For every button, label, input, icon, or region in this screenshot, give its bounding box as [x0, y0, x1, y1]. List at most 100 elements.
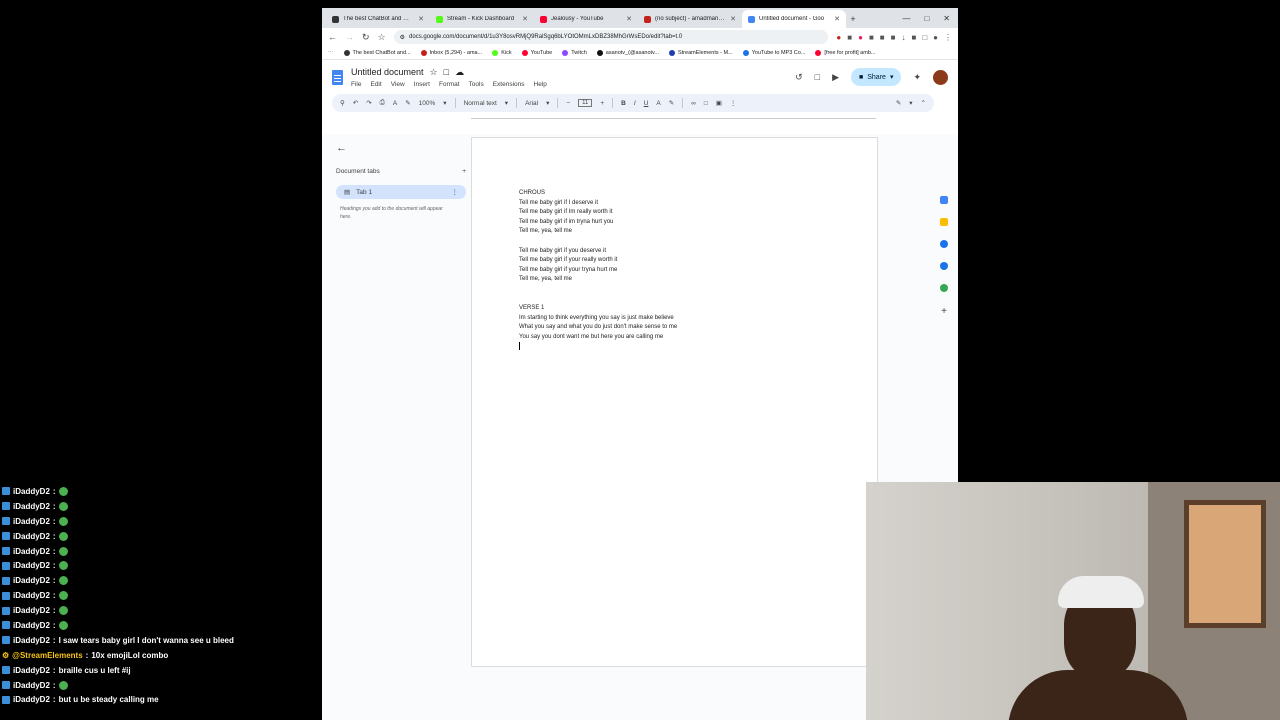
docs-logo-icon[interactable] — [332, 69, 343, 85]
text-color-icon[interactable]: A — [656, 100, 660, 107]
extensions-puzzle-icon[interactable]: ■ — [911, 33, 916, 42]
divider — [612, 98, 614, 108]
contacts-icon[interactable] — [940, 262, 948, 270]
reload-icon[interactable]: ↻ — [362, 32, 370, 43]
bookmark-item[interactable]: [free for profit] amb... — [815, 49, 875, 56]
cloud-status-icon[interactable]: ☁ — [455, 67, 464, 78]
bookmark-item[interactable]: Kick — [492, 49, 512, 56]
undo-icon[interactable]: ↶ — [353, 99, 358, 107]
highlight-icon[interactable]: ✎ — [669, 99, 674, 107]
sidebar-icon[interactable]: □ — [922, 33, 927, 42]
url-input[interactable]: ⚙ docs.google.com/document/d/1u3Y8osvRMj… — [393, 30, 829, 44]
menu-file[interactable]: File — [351, 81, 361, 88]
sheets-icon[interactable] — [940, 196, 948, 204]
editing-mode-icon[interactable]: ✎ — [896, 99, 901, 107]
minimize-icon[interactable]: — — [902, 10, 910, 28]
bookmark-item[interactable]: YouTube to MP3 Co... — [742, 49, 805, 56]
image-icon[interactable]: ▣ — [716, 99, 722, 107]
back-icon[interactable]: ← — [328, 32, 337, 42]
menu-help[interactable]: Help — [534, 81, 547, 88]
forward-icon[interactable]: → — [345, 32, 354, 42]
close-window-icon[interactable]: ✕ — [943, 10, 950, 28]
close-tab-icon[interactable]: ✕ — [418, 15, 424, 23]
document-body[interactable]: CHROUS Tell me baby girl if I deserve it… — [519, 189, 677, 355]
star-icon[interactable]: ☆ — [430, 67, 438, 78]
link-icon[interactable]: ∞ — [691, 100, 696, 107]
document-page[interactable]: CHROUS Tell me baby girl if I deserve it… — [471, 137, 878, 667]
document-title[interactable]: Untitled document — [351, 67, 424, 77]
close-tab-icon[interactable]: ✕ — [730, 15, 736, 23]
zoom-select[interactable]: 100% — [419, 100, 436, 107]
move-folder-icon[interactable]: □ — [444, 67, 449, 77]
gemini-icon[interactable]: ✦ — [913, 72, 921, 83]
italic-icon[interactable]: I — [634, 100, 636, 107]
extension-icon[interactable]: ● — [836, 33, 841, 42]
browser-tab[interactable]: The best ChatBot and Widget ✕ — [326, 10, 430, 28]
menu-icon[interactable]: ⋮ — [944, 33, 952, 42]
horizontal-ruler[interactable] — [471, 112, 876, 124]
decrease-font-icon[interactable]: − — [566, 100, 570, 107]
tasks-icon[interactable] — [940, 240, 948, 248]
meet-icon[interactable]: ▶ — [832, 72, 839, 83]
bookmark-item[interactable]: asanotv_(@asanotv... — [596, 49, 659, 56]
redo-icon[interactable]: ↷ — [366, 99, 371, 107]
style-select[interactable]: Normal text — [464, 100, 497, 107]
increase-font-icon[interactable]: + — [600, 100, 604, 107]
search-menus-icon[interactable]: ⚲ — [340, 99, 345, 107]
add-tab-icon[interactable]: + — [462, 168, 466, 175]
spellcheck-icon[interactable]: A — [393, 100, 397, 107]
doc-tab-1[interactable]: ▤ Tab 1 ⋮ — [336, 185, 466, 199]
font-size-input[interactable]: 11 — [578, 99, 593, 107]
site-info-icon[interactable]: ⚙ — [400, 34, 405, 41]
paint-format-icon[interactable]: ✎ — [405, 99, 410, 107]
menu-extensions[interactable]: Extensions — [493, 81, 525, 88]
browser-tab[interactable]: (no subject) - amadmangame ✕ — [638, 10, 742, 28]
close-tab-icon[interactable]: ✕ — [522, 15, 528, 23]
browser-tab[interactable]: Untitled document - Goo ✕ — [742, 10, 846, 28]
underline-icon[interactable]: U — [644, 100, 649, 107]
bold-icon[interactable]: B — [621, 100, 626, 107]
collapse-menus-icon[interactable]: ⌃ — [921, 99, 926, 107]
bookmark-item[interactable]: The best ChatBot and... — [343, 49, 411, 56]
download-icon[interactable]: ↓ — [901, 33, 905, 42]
extension-icon[interactable]: ■ — [869, 33, 874, 42]
close-tab-icon[interactable]: ✕ — [626, 15, 632, 23]
bookmark-item[interactable]: StreamElements - M... — [668, 49, 733, 56]
maps-icon[interactable] — [940, 284, 948, 292]
comments-icon[interactable]: □ — [815, 72, 820, 82]
bookmark-star-icon[interactable]: ☆ — [378, 32, 386, 43]
more-icon[interactable]: ⋮ — [730, 99, 737, 107]
extension-icon[interactable]: ● — [858, 33, 863, 42]
back-arrow-icon[interactable]: ← — [336, 142, 466, 154]
bookmark-item[interactable]: YouTube — [521, 49, 552, 56]
tab-options-icon[interactable]: ⋮ — [452, 188, 459, 196]
menu-format[interactable]: Format — [439, 81, 460, 88]
bookmark-item[interactable]: Inbox (5,294) - ama... — [420, 49, 482, 56]
share-button[interactable]: ■ Share ▾ — [851, 68, 902, 86]
keep-icon[interactable] — [940, 218, 948, 226]
history-icon[interactable]: ↺ — [795, 72, 803, 83]
avatar[interactable] — [933, 69, 948, 85]
apps-icon[interactable]: ⋯ — [328, 50, 334, 56]
menu-edit[interactable]: Edit — [370, 81, 381, 88]
browser-tab[interactable]: Stream - Kick Dashboard ✕ — [430, 10, 534, 28]
extension-icon[interactable]: ■ — [847, 33, 852, 42]
menu-insert[interactable]: Insert — [414, 81, 430, 88]
add-addon-icon[interactable]: + — [941, 306, 947, 317]
emote-icon — [58, 620, 68, 630]
menu-view[interactable]: View — [391, 81, 405, 88]
chat-text: I saw tears baby girl I don't wanna see … — [58, 635, 234, 645]
print-icon[interactable]: ⎙ — [380, 99, 385, 107]
font-select[interactable]: Arial — [525, 100, 538, 107]
maximize-icon[interactable]: □ — [924, 10, 929, 28]
bookmark-item[interactable]: Twitch — [562, 49, 587, 56]
menu-tools[interactable]: Tools — [469, 81, 484, 88]
chat-separator: : — [52, 620, 56, 630]
new-tab-button[interactable]: + — [846, 10, 860, 28]
close-tab-icon[interactable]: ✕ — [834, 15, 840, 23]
profile-icon[interactable]: ● — [933, 33, 938, 42]
add-comment-icon[interactable]: □ — [704, 100, 708, 107]
browser-tab[interactable]: Jealousy - YouTube ✕ — [534, 10, 638, 28]
extension-icon[interactable]: ■ — [880, 33, 885, 42]
extension-icon[interactable]: ■ — [891, 33, 896, 42]
